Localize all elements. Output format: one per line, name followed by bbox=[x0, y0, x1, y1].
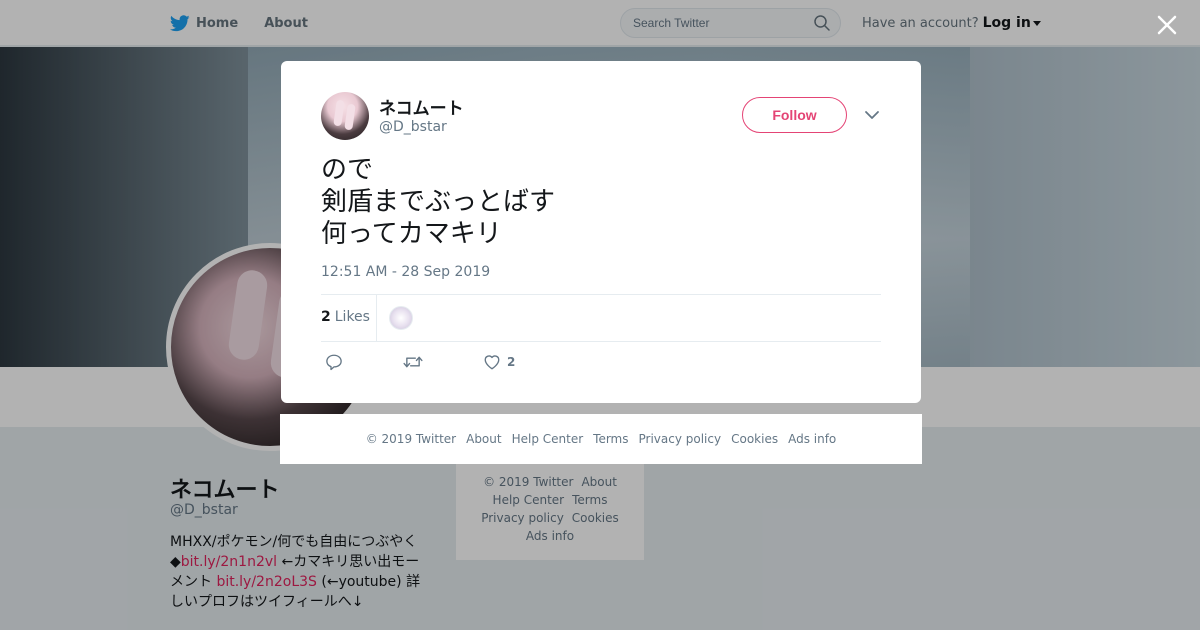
tweet-avatar[interactable] bbox=[321, 92, 369, 140]
footer-copyright: © 2019 Twitter bbox=[365, 432, 457, 446]
avatar-nail-graphic bbox=[344, 103, 356, 131]
like-button[interactable]: 2 bbox=[483, 353, 515, 371]
modal-footer: © 2019 Twitter About Help Center Terms P… bbox=[280, 414, 922, 464]
footer-ads-link[interactable]: Ads info bbox=[788, 432, 836, 446]
footer-privacy-link[interactable]: Privacy policy bbox=[639, 432, 722, 446]
likes-count: 2 bbox=[321, 309, 331, 325]
tweet-timestamp[interactable]: 12:51 AM - 28 Sep 2019 bbox=[321, 264, 490, 280]
tweet-stats: 2 Likes bbox=[321, 294, 881, 342]
close-icon[interactable] bbox=[1154, 12, 1180, 38]
reply-icon bbox=[326, 354, 342, 371]
footer-cookies-link[interactable]: Cookies bbox=[731, 432, 778, 446]
chevron-down-icon[interactable] bbox=[864, 107, 880, 123]
follow-button[interactable]: Follow bbox=[742, 97, 847, 133]
retweet-icon bbox=[403, 356, 423, 368]
tweet-text: ので 剣盾までぶっとばす 何ってカマキリ bbox=[321, 155, 556, 249]
tweet-modal: ネコムート @D_bstar Follow ので 剣盾までぶっとばす 何ってカマ… bbox=[281, 61, 921, 403]
like-action-count: 2 bbox=[507, 355, 516, 369]
heart-icon bbox=[484, 355, 500, 370]
reply-button[interactable] bbox=[325, 353, 343, 371]
avatar-nail-graphic bbox=[333, 99, 345, 127]
tweet-actions: 2 bbox=[321, 353, 621, 373]
likes-label: Likes bbox=[334, 309, 370, 325]
stats-divider bbox=[376, 295, 377, 342]
footer-about-link[interactable]: About bbox=[466, 432, 501, 446]
likes-stat[interactable]: 2 Likes bbox=[321, 309, 370, 325]
liker-avatar[interactable] bbox=[389, 306, 413, 330]
footer-help-link[interactable]: Help Center bbox=[512, 432, 584, 446]
retweet-button[interactable] bbox=[403, 353, 423, 371]
tweet-author-name[interactable]: ネコムート bbox=[379, 94, 464, 119]
footer-terms-link[interactable]: Terms bbox=[593, 432, 628, 446]
tweet-author-handle[interactable]: @D_bstar bbox=[379, 119, 447, 135]
